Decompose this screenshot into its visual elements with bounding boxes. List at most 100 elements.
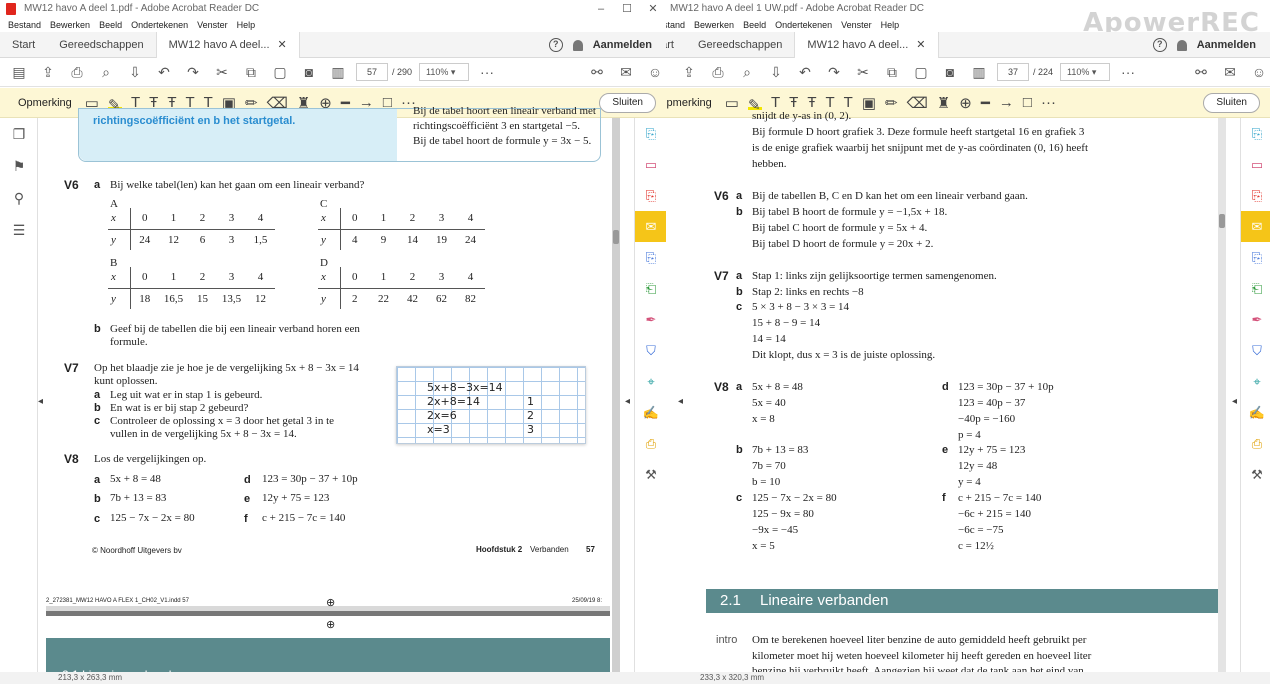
insert-text-icon[interactable]: T [826,94,835,111]
link-icon[interactable]: ⚯ [586,61,608,83]
organize-icon[interactable]: ▭ [635,149,666,180]
undo-icon[interactable]: ↶ [153,61,175,83]
collapse-left-icon[interactable]: ◂ [678,396,683,407]
pages-icon[interactable]: ❐ [0,118,38,150]
edit-pdf-icon[interactable]: ⎗ [1241,273,1270,304]
expand-right-icon[interactable]: ◂ [625,396,630,407]
edit-pdf-icon[interactable]: ⎗ [635,273,666,304]
vertical-scrollbar[interactable] [1218,118,1226,672]
sign-icon[interactable]: ✍ [1241,397,1270,428]
more-tools-wrench-icon[interactable]: ⚒ [1241,459,1270,490]
send-icon[interactable]: ⎙ [635,428,666,459]
redo-icon[interactable]: ↷ [823,61,845,83]
tab-start[interactable]: Start [0,32,47,58]
minimize-button[interactable]: – [588,0,614,18]
copy-icon[interactable]: ⧉ [240,61,262,83]
accessibility-icon[interactable]: ☰ [0,214,38,246]
expand-right-icon[interactable]: ◂ [1232,396,1237,407]
combine-icon[interactable]: ⎘ [1241,242,1270,273]
vertical-scrollbar[interactable] [612,118,620,672]
undo-icon[interactable]: ↶ [794,61,816,83]
menu-ondertekenen[interactable]: Ondertekenen [131,18,188,32]
page-number-input[interactable]: 57 [356,63,388,81]
tab-tools[interactable]: Gereedschappen [47,32,155,58]
cut-icon[interactable]: ✂ [211,61,233,83]
attach-icon[interactable]: ⊕ [959,94,972,112]
copy-icon[interactable]: ⧉ [881,61,903,83]
export-pdf-icon[interactable]: ⎘ [1241,180,1270,211]
page-view-icon[interactable]: ▥ [327,61,349,83]
export-icon[interactable]: ⇩ [124,61,146,83]
more-tools-icon[interactable]: ··· [1041,94,1056,111]
fill-sign-icon[interactable]: ✒ [1241,304,1270,335]
attachment-icon[interactable]: ⚲ [0,182,38,214]
scroll-thumb[interactable] [1219,214,1225,228]
send-icon[interactable]: ⎙ [1241,428,1270,459]
combine-icon[interactable]: ⎘ [635,242,666,273]
collapse-left-icon[interactable]: ◂ [38,396,43,407]
protect-icon[interactable]: ⛉ [635,335,666,366]
menu-help[interactable]: Help [881,18,900,32]
sign-icon[interactable]: ✍ [635,397,666,428]
zoom-select[interactable]: 110% ▾ [419,63,470,81]
menu-venster[interactable]: Venster [197,18,228,32]
bell-icon[interactable] [1176,39,1187,51]
protect-icon[interactable]: ⛉ [1241,335,1270,366]
bell-icon[interactable] [572,39,583,51]
help-icon[interactable]: ? [1152,38,1167,52]
paste-icon[interactable]: ▢ [910,61,932,83]
save-icon[interactable]: ▤ [8,61,30,83]
page-view-icon[interactable]: ▥ [968,61,990,83]
pencil-icon[interactable]: ✏ [885,94,898,112]
line-icon[interactable]: ━ [981,94,990,112]
document-viewport[interactable]: snijdt de y-as in (0, 2). Bij formule D … [686,110,1230,677]
scan-icon[interactable]: ⌖ [635,366,666,397]
stamp-icon[interactable]: ♜ [937,94,950,112]
textbox-icon[interactable]: ▣ [862,94,876,112]
sign-in-button[interactable]: Aanmelden [593,39,652,51]
tab-document[interactable]: MW12 havo A deel... ✕ [794,31,939,58]
search-icon[interactable]: ⌕ [95,61,117,83]
sticky-note-icon[interactable]: ▭ [725,94,739,112]
more-tools-wrench-icon[interactable]: ⚒ [635,459,666,490]
rectangle-icon[interactable]: □ [1023,94,1032,111]
upload-icon[interactable]: ⇪ [37,61,59,83]
print-icon[interactable]: ⎙ [66,61,88,83]
cut-icon[interactable]: ✂ [852,61,874,83]
close-comment-button[interactable]: Sluiten [599,93,656,113]
organize-icon[interactable]: ▭ [1241,149,1270,180]
menu-beeld[interactable]: Beeld [743,18,766,32]
create-pdf-icon[interactable]: ⎘ [1241,118,1270,149]
tab-document[interactable]: MW12 havo A deel... ✕ [155,31,300,58]
highlight-icon[interactable]: ✎ [747,96,762,114]
close-tab-icon[interactable]: ✕ [278,32,287,58]
arrow-icon[interactable]: → [999,94,1014,111]
menu-ondertekenen[interactable]: Ondertekenen [775,18,832,32]
create-pdf-icon[interactable]: ⎘ [635,118,666,149]
upload-icon[interactable]: ⇪ [678,61,700,83]
export-pdf-icon[interactable]: ⎘ [635,180,666,211]
tab-start[interactable]: art [666,32,686,58]
menu-help[interactable]: Help [237,18,256,32]
page-number-input[interactable]: 37 [997,63,1029,81]
mail-icon[interactable]: ✉ [1219,61,1241,83]
menu-bewerken[interactable]: Bewerken [50,18,90,32]
strikethrough-icon[interactable]: Ŧ [789,94,798,111]
scroll-thumb[interactable] [613,230,619,244]
mail-icon[interactable]: ✉ [615,61,637,83]
document-viewport[interactable]: richtingscoëfficiënt en b het startgetal… [46,105,610,682]
menu-venster[interactable]: Venster [841,18,872,32]
close-comment-button[interactable]: Sluiten [1203,93,1260,113]
text-icon[interactable]: T [771,94,780,111]
menu-bestand[interactable]: Bestand [666,18,685,32]
comment-tool-icon[interactable]: ✉ [1241,211,1270,242]
menu-beeld[interactable]: Beeld [99,18,122,32]
menu-bestand[interactable]: Bestand [8,18,41,32]
tab-tools[interactable]: Gereedschappen [686,32,794,58]
more-icon[interactable]: ··· [1117,61,1139,83]
bookmark-icon[interactable]: ⚑ [0,150,38,182]
link-icon[interactable]: ⚯ [1190,61,1212,83]
close-tab-icon[interactable]: ✕ [916,32,925,58]
export-icon[interactable]: ⇩ [765,61,787,83]
help-icon[interactable]: ? [548,38,563,52]
